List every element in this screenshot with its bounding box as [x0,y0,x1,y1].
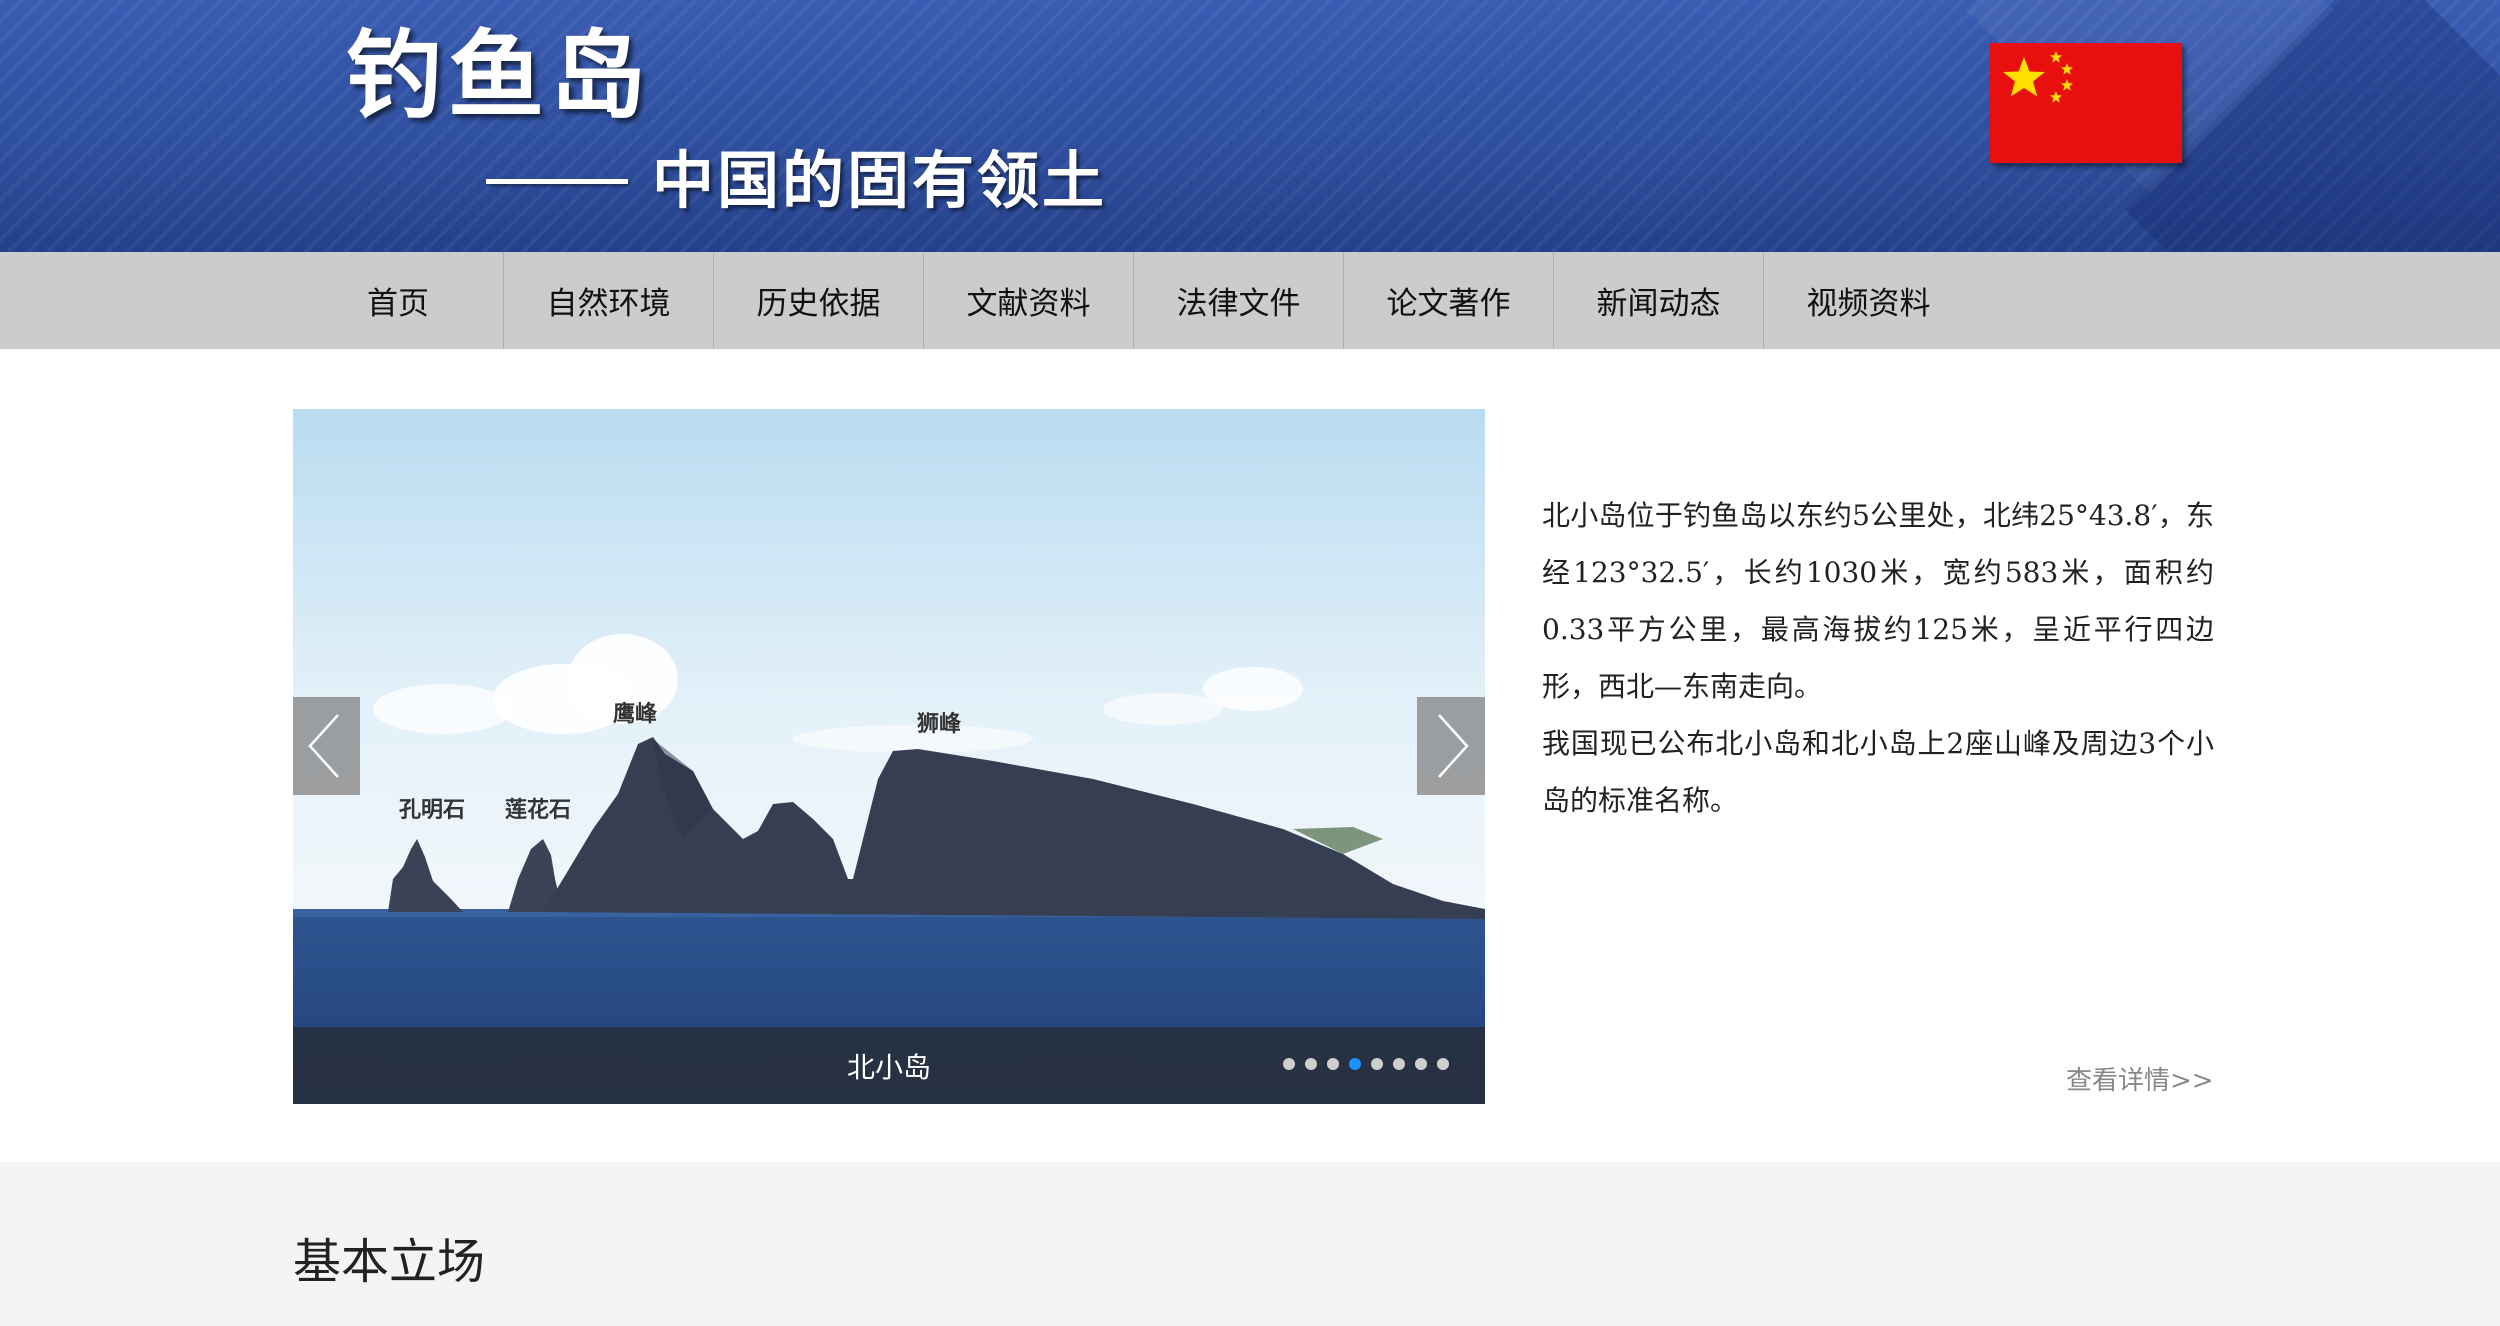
slider-dot[interactable] [1305,1058,1317,1070]
chevron-left-icon [308,714,339,778]
slider-dot[interactable] [1327,1058,1339,1070]
view-details-link[interactable]: 查看详情>> [2066,1060,2214,1097]
island-description: 北小岛位于钓鱼岛以东约5公里处，北纬25°43.8′，东经123°32.5′，长… [1542,487,2214,829]
subtitle-dash [486,178,628,184]
slider-dot[interactable] [1349,1058,1361,1070]
slider-dot[interactable] [1415,1058,1427,1070]
label-kongming-rock: 孔明石 [399,797,465,822]
slider-dot[interactable] [1283,1058,1295,1070]
header-banner: 钓鱼岛 中国的固有领土 [0,0,2500,252]
description-paragraph: 北小岛位于钓鱼岛以东约5公里处，北纬25°43.8′，东经123°32.5′，长… [1542,499,2214,703]
nav-list: 首页 自然环境 历史依据 文献资料 法律文件 论文著作 新闻动态 视频资料 [293,252,1973,349]
label-lianhua-rock: 莲花石 [505,797,571,822]
slider-dot[interactable] [1393,1058,1405,1070]
nav-item-news[interactable]: 新闻动态 [1553,252,1763,349]
label-ying-peak: 鹰峰 [613,701,658,726]
label-shi-peak: 狮峰 [917,711,962,736]
nav-item-home[interactable]: 首页 [293,252,503,349]
description-paragraph: 我国现已公布北小岛和北小岛上2座山峰及周边3个小岛的标准名称。 [1542,727,2214,817]
flag-large-star [2003,57,2045,97]
slider-pagination [1283,1058,1449,1070]
nav-item-documents[interactable]: 文献资料 [923,252,1133,349]
nav-item-papers[interactable]: 论文著作 [1343,252,1553,349]
flag-small-star [2050,51,2062,63]
slider-next-button[interactable] [1417,697,1485,795]
flag-small-star [2061,63,2073,75]
slide-image: 孔明石 莲花石 鹰峰 狮峰 [293,409,1485,1104]
china-flag-icon [1990,43,2182,163]
nav-item-natural-environment[interactable]: 自然环境 [503,252,713,349]
image-slider[interactable]: 孔明石 莲花石 鹰峰 狮峰 北小岛 [293,409,1485,1104]
nav-item-videos[interactable]: 视频资料 [1763,252,1973,349]
site-subtitle: 中国的固有领土 [652,144,1108,217]
site-title: 钓鱼岛 [346,20,652,132]
slide-caption-bar: 北小岛 [293,1027,1485,1104]
slider-prev-button[interactable] [293,697,360,795]
slider-dot[interactable] [1437,1058,1449,1070]
slider-dot[interactable] [1371,1058,1383,1070]
chevron-right-icon [1438,714,1469,778]
section-title: 基本立场 [293,1234,486,1290]
flag-small-star [2050,91,2062,103]
nav-item-historical-basis[interactable]: 历史依据 [713,252,923,349]
site-subtitle-group: 中国的固有领土 [486,150,1107,212]
flag-small-star [2061,79,2073,91]
nav-item-legal-documents[interactable]: 法律文件 [1133,252,1343,349]
main-nav: 首页 自然环境 历史依据 文献资料 法律文件 论文著作 新闻动态 视频资料 [0,252,2500,349]
basic-position-section: 基本立场 [0,1162,2500,1326]
